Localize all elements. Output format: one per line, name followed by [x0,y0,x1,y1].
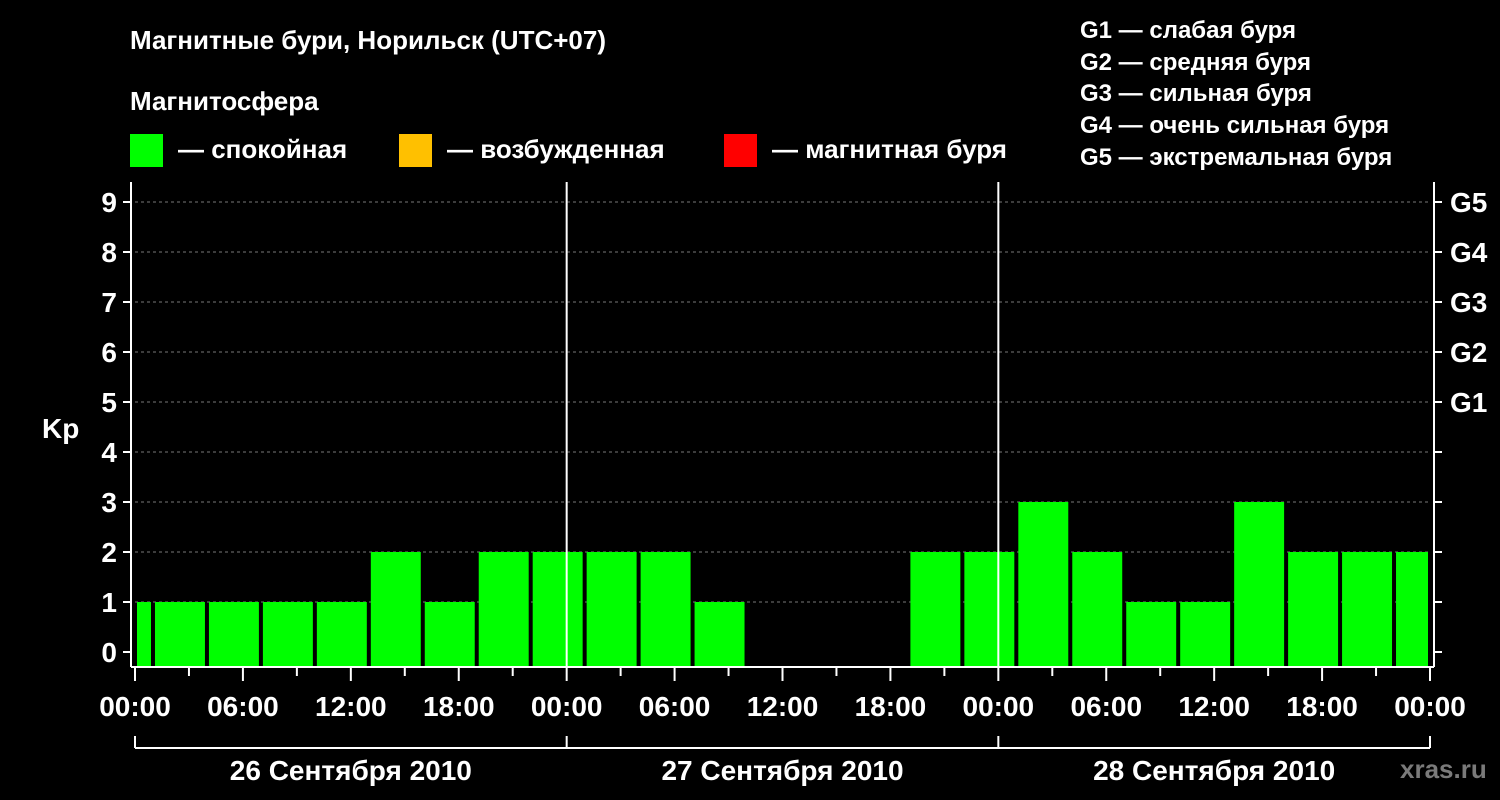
kp-bar [1396,552,1428,667]
kp-bar [316,602,367,667]
x-tick-label: 00:00 [963,691,1035,722]
kp-bar [1342,552,1393,667]
y-tick-label: 5 [101,387,117,418]
x-tick-label: 12:00 [1178,691,1250,722]
x-tick-label: 18:00 [1286,691,1358,722]
y-tick-label: 6 [101,337,117,368]
x-tick-label: 12:00 [747,691,819,722]
x-tick-label: 18:00 [423,691,495,722]
kp-chart: Магнитные бури, Норильск (UTC+07) Магнит… [42,17,1488,786]
g-level-label: G2 [1450,337,1487,368]
g-level-label: G4 [1450,237,1488,268]
kp-bar [1180,602,1231,667]
kp-bar [1126,602,1177,667]
x-tick-label: 06:00 [639,691,711,722]
legend-title: Магнитосфера [130,86,319,116]
kp-bar [262,602,313,667]
kp-bar [478,552,529,667]
y-tick-label: 9 [101,187,117,218]
g-level-label: G5 [1450,187,1487,218]
chart-title: Магнитные бури, Норильск (UTC+07) [130,25,606,55]
y-tick-label: 8 [101,237,117,268]
x-tick-label: 18:00 [855,691,927,722]
kp-bar [586,552,637,667]
x-tick-label: 00:00 [531,691,603,722]
x-tick-label: 00:00 [99,691,171,722]
x-tick-label: 00:00 [1394,691,1466,722]
g-level-label: G1 [1450,387,1487,418]
kp-bar [964,552,1015,667]
g-scale-g2: G2 — средняя буря [1080,49,1311,76]
day-label: 27 Сентября 2010 [661,755,903,786]
x-tick-label: 12:00 [315,691,387,722]
g-scale-g4: G4 — очень сильная буря [1080,112,1389,139]
x-tick-label: 06:00 [207,691,279,722]
g-scale-g1: G1 — слабая буря [1080,17,1296,44]
kp-bar [910,552,961,667]
y-tick-label: 0 [101,637,117,668]
kp-bar [532,552,583,667]
kp-bar [208,602,259,667]
kp-bar [137,602,151,667]
kp-bar [1288,552,1339,667]
legend-swatch-calm [130,134,163,167]
legend-swatch-storm [724,134,757,167]
kp-bar [370,552,421,667]
legend-swatch-active [399,134,432,167]
y-tick-label: 7 [101,287,117,318]
kp-bar [694,602,745,667]
kp-bar [154,602,205,667]
legend-label-storm: — магнитная буря [772,134,1007,164]
kp-bar [1072,552,1123,667]
watermark: xras.ru [1400,754,1487,784]
kp-bar [424,602,475,667]
kp-bar [640,552,691,667]
y-tick-label: 1 [101,587,117,618]
g-level-label: G3 [1450,287,1487,318]
day-label: 28 Сентября 2010 [1093,755,1335,786]
y-axis-label: Kp [42,413,79,444]
y-tick-label: 3 [101,487,117,518]
day-label: 26 Сентября 2010 [230,755,472,786]
x-tick-label: 06:00 [1070,691,1142,722]
y-tick-label: 2 [101,537,117,568]
legend-label-active: — возбужденная [447,134,665,164]
kp-bar [1234,502,1285,667]
y-tick-label: 4 [101,437,117,468]
legend-label-calm: — спокойная [178,134,347,164]
kp-bar [1018,502,1069,667]
g-scale-g3: G3 — сильная буря [1080,80,1312,107]
g-scale-g5: G5 — экстремальная буря [1080,144,1392,171]
